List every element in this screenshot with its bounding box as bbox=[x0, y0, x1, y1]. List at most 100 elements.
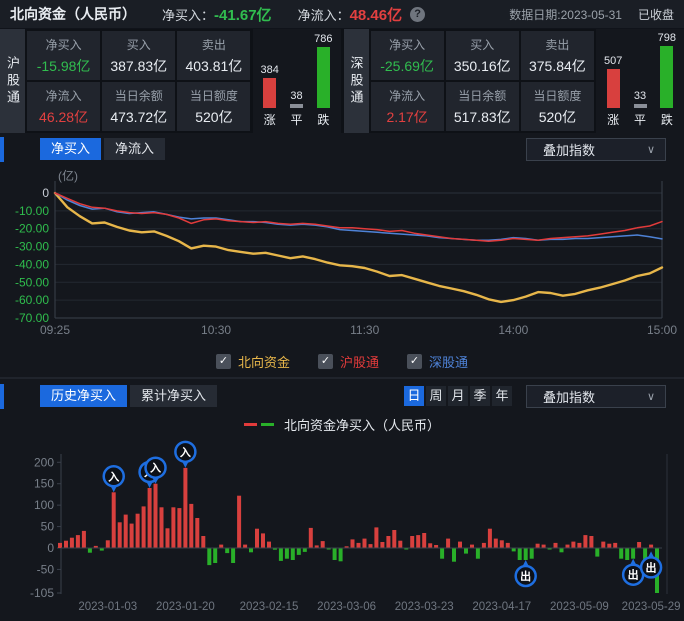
svg-text:0: 0 bbox=[47, 541, 54, 555]
flat-bar bbox=[634, 104, 647, 108]
svg-text:2023-04-17: 2023-04-17 bbox=[472, 601, 531, 613]
svg-text:入: 入 bbox=[150, 462, 161, 475]
period-quarter-button[interactable]: 季 bbox=[470, 386, 490, 406]
stat-cell: 卖出403.81亿 bbox=[177, 31, 250, 80]
section-accent-bar bbox=[0, 384, 4, 409]
down-bar bbox=[317, 47, 330, 108]
svg-text:2023-05-09: 2023-05-09 bbox=[550, 601, 609, 613]
history-bar-chart[interactable]: 200150100500-50-1052023-01-032023-01-202… bbox=[0, 434, 684, 621]
svg-text:14:00: 14:00 bbox=[498, 323, 528, 337]
section-divider bbox=[0, 377, 684, 379]
svg-text:出: 出 bbox=[520, 569, 531, 583]
up-bar bbox=[263, 78, 276, 108]
section-accent-bar bbox=[0, 137, 4, 162]
stat-cell: 当日余额473.72亿 bbox=[102, 82, 175, 131]
series-checkbox-row: ✓北向资金 ✓沪股通 ✓深股通 bbox=[0, 352, 684, 371]
net-buy-value: -41.67亿 bbox=[214, 4, 272, 25]
checkbox-shanghai-connect[interactable]: ✓沪股通 bbox=[318, 352, 379, 371]
net-inflow-summary: 净流入： 48.46亿 ? bbox=[298, 4, 426, 25]
market-status: 已收盘 bbox=[638, 6, 674, 23]
legend-red-dash-icon bbox=[244, 423, 257, 426]
page-title: 北向资金（人民币） bbox=[10, 4, 136, 24]
history-tabs: 历史净买入 累计净买入 bbox=[40, 385, 217, 407]
updown-mini-chart-shanghai: 384涨 38平 786跌 bbox=[253, 29, 341, 133]
svg-text:50: 50 bbox=[41, 520, 55, 534]
svg-text:-10.00: -10.00 bbox=[15, 204, 49, 218]
down-column: 786跌 bbox=[314, 32, 332, 128]
stat-cell: 净流入2.17亿 bbox=[371, 82, 444, 131]
svg-text:15:00: 15:00 bbox=[647, 323, 677, 337]
svg-text:2023-02-15: 2023-02-15 bbox=[240, 601, 299, 613]
svg-text:入: 入 bbox=[108, 470, 119, 483]
flat-column: 38平 bbox=[290, 32, 303, 128]
down-column: 798跌 bbox=[658, 32, 676, 128]
intraday-tabs: 净买入 净流入 bbox=[40, 138, 165, 160]
up-bar bbox=[607, 69, 620, 108]
down-bar bbox=[660, 46, 673, 108]
legend-green-dash-icon bbox=[261, 423, 274, 426]
panel-shanghai-title: 沪股通 bbox=[0, 29, 25, 133]
chevron-down-icon: ∨ bbox=[647, 390, 655, 403]
svg-text:-50: -50 bbox=[37, 562, 55, 576]
stat-cell: 当日余额517.83亿 bbox=[446, 82, 519, 131]
period-buttons: 日 周 月 季 年 bbox=[404, 386, 512, 406]
checkbox-shenzhen-connect[interactable]: ✓深股通 bbox=[407, 352, 468, 371]
period-month-button[interactable]: 月 bbox=[448, 386, 468, 406]
checkbox-northbound[interactable]: ✓北向资金 bbox=[216, 352, 290, 371]
panel-shenzhen-title: 深股通 bbox=[344, 29, 369, 133]
svg-text:2023-01-20: 2023-01-20 bbox=[156, 601, 215, 613]
net-inflow-label: 净流入： bbox=[298, 5, 350, 24]
history-section-header: 历史净买入 累计净买入 日 周 月 季 年 叠加指数 ∨ bbox=[0, 383, 684, 410]
tab-cumulative-net-buy[interactable]: 累计净买入 bbox=[130, 385, 217, 407]
svg-text:-30.00: -30.00 bbox=[15, 240, 49, 254]
legend-title: 北向资金净买入（人民币） bbox=[284, 415, 440, 434]
checkbox-check-icon: ✓ bbox=[216, 354, 231, 369]
stat-cell: 买入387.83亿 bbox=[102, 31, 175, 80]
tab-history-net-buy[interactable]: 历史净买入 bbox=[40, 385, 127, 407]
panel-shenzhen-cells: 净买入-25.69亿 买入350.16亿 卖出375.84亿 净流入2.17亿 … bbox=[369, 29, 597, 133]
help-icon[interactable]: ? bbox=[410, 7, 425, 22]
svg-text:09:25: 09:25 bbox=[40, 323, 70, 337]
panel-shenzhen-connect: 深股通 净买入-25.69亿 买入350.16亿 卖出375.84亿 净流入2.… bbox=[344, 29, 684, 133]
connect-stats-row: 沪股通 净买入-15.98亿 买入387.83亿 卖出403.81亿 净流入46… bbox=[0, 29, 684, 133]
stat-cell: 买入350.16亿 bbox=[446, 31, 519, 80]
up-column: 507涨 bbox=[604, 32, 622, 128]
svg-text:0: 0 bbox=[42, 186, 49, 200]
stat-cell: 当日额度520亿 bbox=[177, 82, 250, 131]
history-legend: 北向资金净买入（人民币） bbox=[0, 415, 684, 434]
svg-text:-40.00: -40.00 bbox=[15, 257, 49, 271]
svg-text:-105: -105 bbox=[30, 586, 54, 600]
svg-text:出: 出 bbox=[646, 560, 657, 574]
tab-net-inflow[interactable]: 净流入 bbox=[104, 138, 165, 160]
intraday-line-chart[interactable]: 0-10.00-20.00-30.00-40.00-50.00-60.00-70… bbox=[0, 163, 684, 347]
svg-text:2023-05-29: 2023-05-29 bbox=[622, 601, 681, 613]
svg-text:出: 出 bbox=[628, 568, 639, 582]
net-inflow-value: 48.46亿 bbox=[350, 4, 403, 25]
up-column: 384涨 bbox=[261, 32, 279, 128]
svg-text:2023-03-23: 2023-03-23 bbox=[395, 601, 454, 613]
data-date: 数据日期:2023-05-31 bbox=[509, 6, 622, 23]
panel-shanghai-cells: 净买入-15.98亿 买入387.83亿 卖出403.81亿 净流入46.28亿… bbox=[25, 29, 253, 133]
svg-text:100: 100 bbox=[34, 498, 54, 512]
net-buy-label: 净买入： bbox=[162, 5, 214, 24]
net-buy-summary: 净买入： -41.67亿 bbox=[162, 4, 272, 25]
period-day-button[interactable]: 日 bbox=[404, 386, 424, 406]
stat-cell: 卖出375.84亿 bbox=[521, 31, 594, 80]
stat-cell: 净流入46.28亿 bbox=[27, 82, 100, 131]
svg-text:-60.00: -60.00 bbox=[15, 293, 49, 307]
panel-shanghai-connect: 沪股通 净买入-15.98亿 买入387.83亿 卖出403.81亿 净流入46… bbox=[0, 29, 341, 133]
checkbox-check-icon: ✓ bbox=[318, 354, 333, 369]
stat-cell: 净买入-15.98亿 bbox=[27, 31, 100, 80]
svg-text:11:30: 11:30 bbox=[350, 323, 379, 337]
period-week-button[interactable]: 周 bbox=[426, 386, 446, 406]
period-year-button[interactable]: 年 bbox=[492, 386, 512, 406]
svg-text:-20.00: -20.00 bbox=[15, 222, 49, 236]
svg-text:150: 150 bbox=[34, 477, 54, 491]
svg-text:2023-01-03: 2023-01-03 bbox=[78, 601, 137, 613]
updown-mini-chart-shenzhen: 507涨 33平 798跌 bbox=[596, 29, 684, 133]
overlay-index-dropdown[interactable]: 叠加指数 ∨ bbox=[526, 385, 666, 408]
overlay-index-dropdown[interactable]: 叠加指数 ∨ bbox=[526, 138, 666, 161]
svg-text:10:30: 10:30 bbox=[201, 323, 231, 337]
northbound-capital-app: 北向资金（人民币） 净买入： -41.67亿 净流入： 48.46亿 ? 数据日… bbox=[0, 0, 684, 621]
tab-net-buy[interactable]: 净买入 bbox=[40, 138, 101, 160]
